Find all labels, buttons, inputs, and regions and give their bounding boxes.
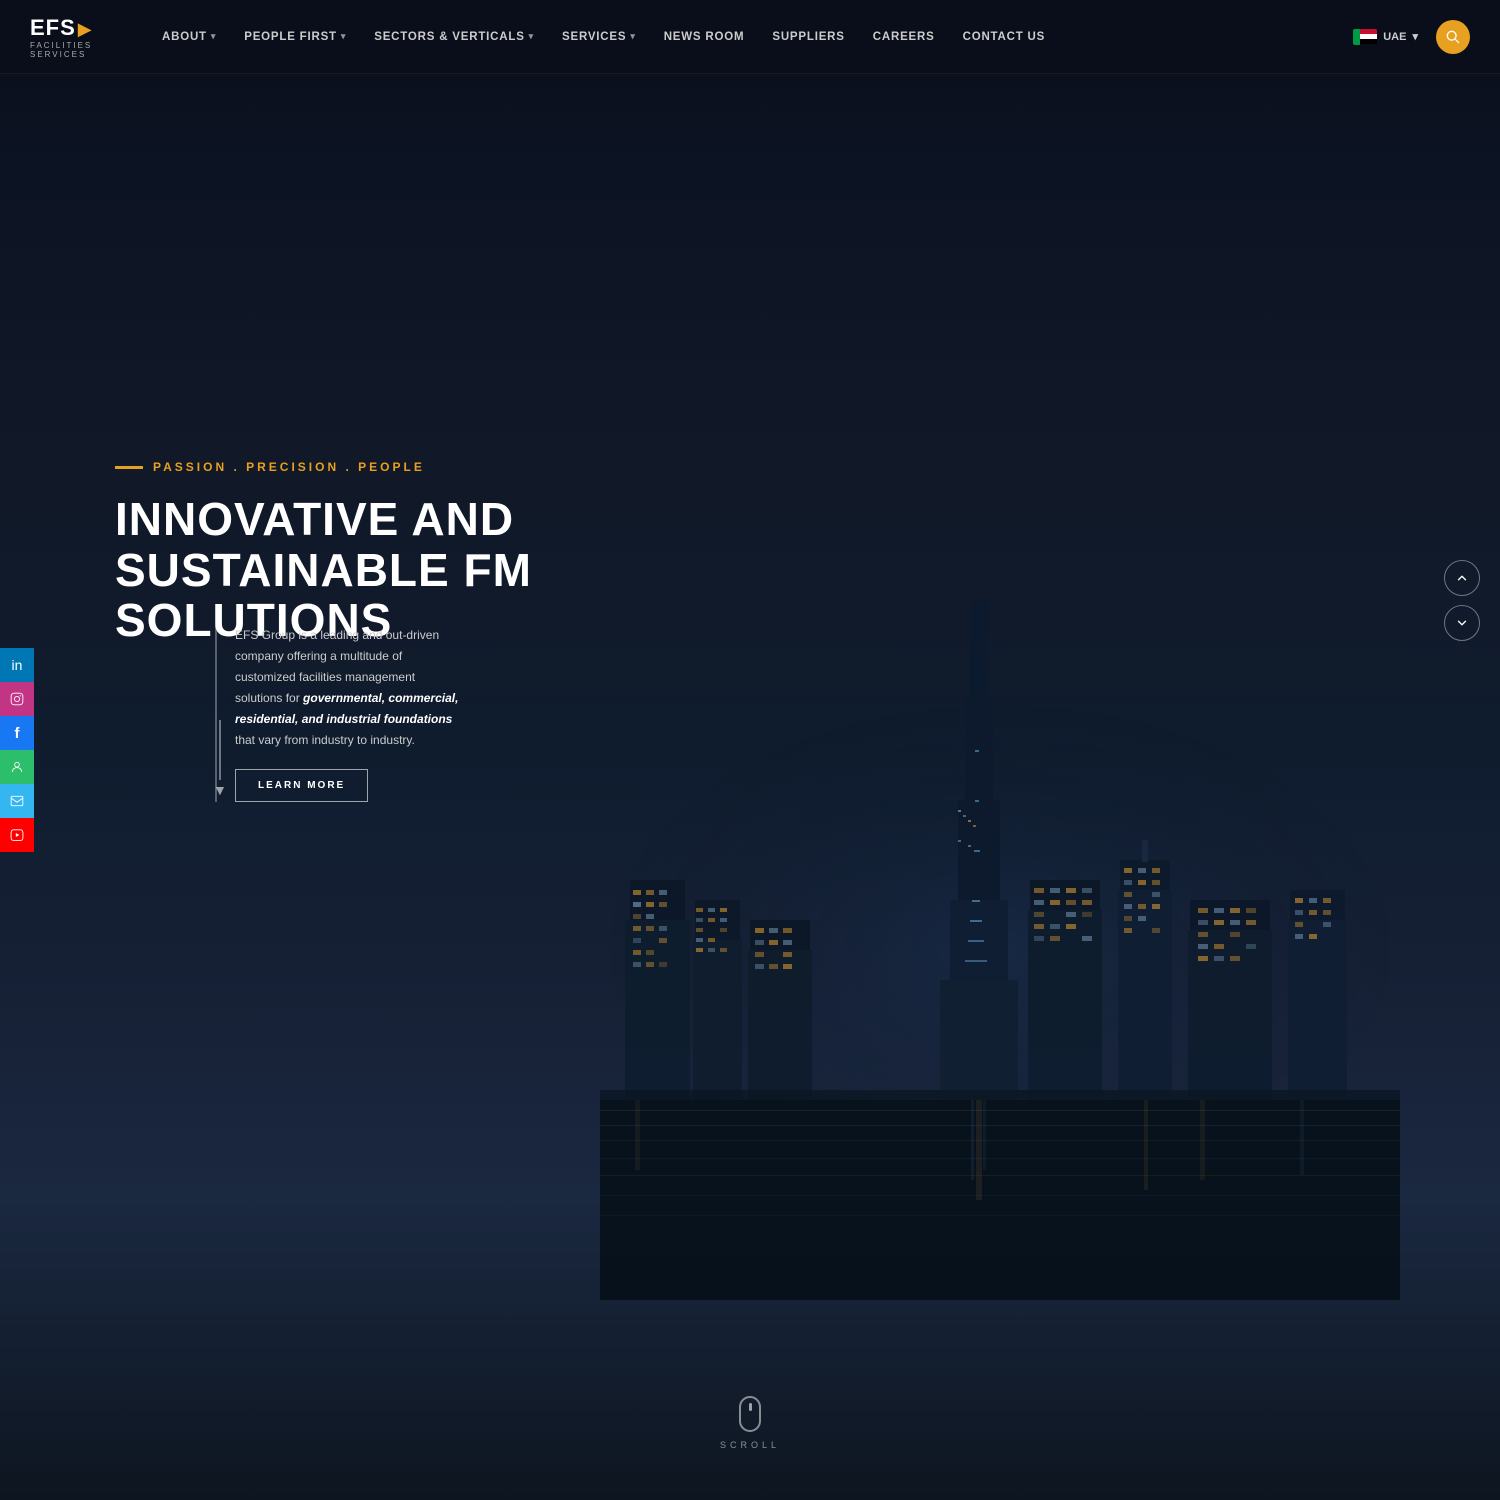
language-selector[interactable]: UAE ▾ [1345, 25, 1426, 49]
chevron-down-icon: ▾ [341, 31, 346, 42]
nav-suppliers[interactable]: SUPPLIERS [760, 23, 856, 51]
nav-services[interactable]: SERVICES ▾ [550, 23, 648, 51]
social-linkedin[interactable]: in [0, 648, 34, 682]
chevron-up-icon [1455, 571, 1469, 585]
tagline-dash [115, 466, 143, 469]
social-youtube[interactable] [0, 818, 34, 852]
social-profile[interactable] [0, 750, 34, 784]
nav-sectors[interactable]: SECTORS & VERTICALS ▾ [362, 23, 546, 51]
logo-text: EFS [30, 15, 76, 40]
chevron-down-icon [1455, 616, 1469, 630]
social-sidebar: in f [0, 648, 34, 852]
nav-careers[interactable]: CAREERS [861, 23, 947, 51]
chevron-down-icon: ▾ [529, 31, 534, 42]
uae-flag-icon [1353, 29, 1377, 45]
nav-contact[interactable]: CONTACT US [951, 23, 1058, 51]
vertical-line-decoration [219, 720, 221, 780]
social-facebook[interactable]: f [0, 716, 34, 750]
chevron-down-icon: ▾ [211, 31, 216, 42]
instagram-icon [10, 692, 24, 706]
youtube-icon [10, 828, 24, 842]
scroll-mouse-icon [739, 1396, 761, 1432]
scroll-label: SCROLL [720, 1440, 780, 1450]
learn-more-button[interactable]: LEARN MORE [235, 769, 368, 802]
chevron-down-icon: ▾ [1412, 30, 1418, 43]
logo-subtitle: FACILITIES SERVICES [30, 41, 110, 59]
tagline: PASSION . PRECISION . PEOPLE [115, 460, 635, 474]
social-email[interactable] [0, 784, 34, 818]
language-label: UAE [1383, 31, 1406, 43]
nav-about[interactable]: ABOUT ▾ [150, 23, 228, 51]
scroll-dot [748, 1403, 751, 1411]
user-icon [10, 760, 24, 774]
nav-right: UAE ▾ [1345, 20, 1470, 54]
hero-title: INNOVATIVE AND SUSTAINABLE FM SOLUTIONS [115, 494, 635, 646]
city-skyline [600, 600, 1400, 1300]
tagline-text: PASSION . PRECISION . PEOPLE [153, 460, 425, 474]
logo-arrow: ▶ [78, 19, 92, 39]
hero-description: EFS Group is a leading and out-driven co… [235, 625, 465, 802]
hero-description-wrapper: EFS Group is a leading and out-driven co… [215, 625, 465, 802]
prev-arrow-button[interactable] [1444, 560, 1480, 596]
email-icon [10, 794, 24, 808]
search-icon [1446, 30, 1460, 44]
chevron-down-icon: ▾ [630, 31, 635, 42]
nav-links: ABOUT ▾ PEOPLE FIRST ▾ SECTORS & VERTICA… [150, 23, 1345, 51]
nav-people-first[interactable]: PEOPLE FIRST ▾ [232, 23, 358, 51]
social-instagram[interactable] [0, 682, 34, 716]
nav-newsroom[interactable]: NEWS ROOM [652, 23, 757, 51]
scroll-indicator: SCROLL [720, 1396, 780, 1450]
search-button[interactable] [1436, 20, 1470, 54]
logo[interactable]: EFS▶ FACILITIES SERVICES [30, 12, 110, 62]
down-arrow-icon: ▼ [213, 782, 227, 798]
navbar: EFS▶ FACILITIES SERVICES ABOUT ▾ PEOPLE … [0, 0, 1500, 74]
next-arrow-button[interactable] [1444, 605, 1480, 641]
scroll-line: ▼ [213, 720, 227, 798]
